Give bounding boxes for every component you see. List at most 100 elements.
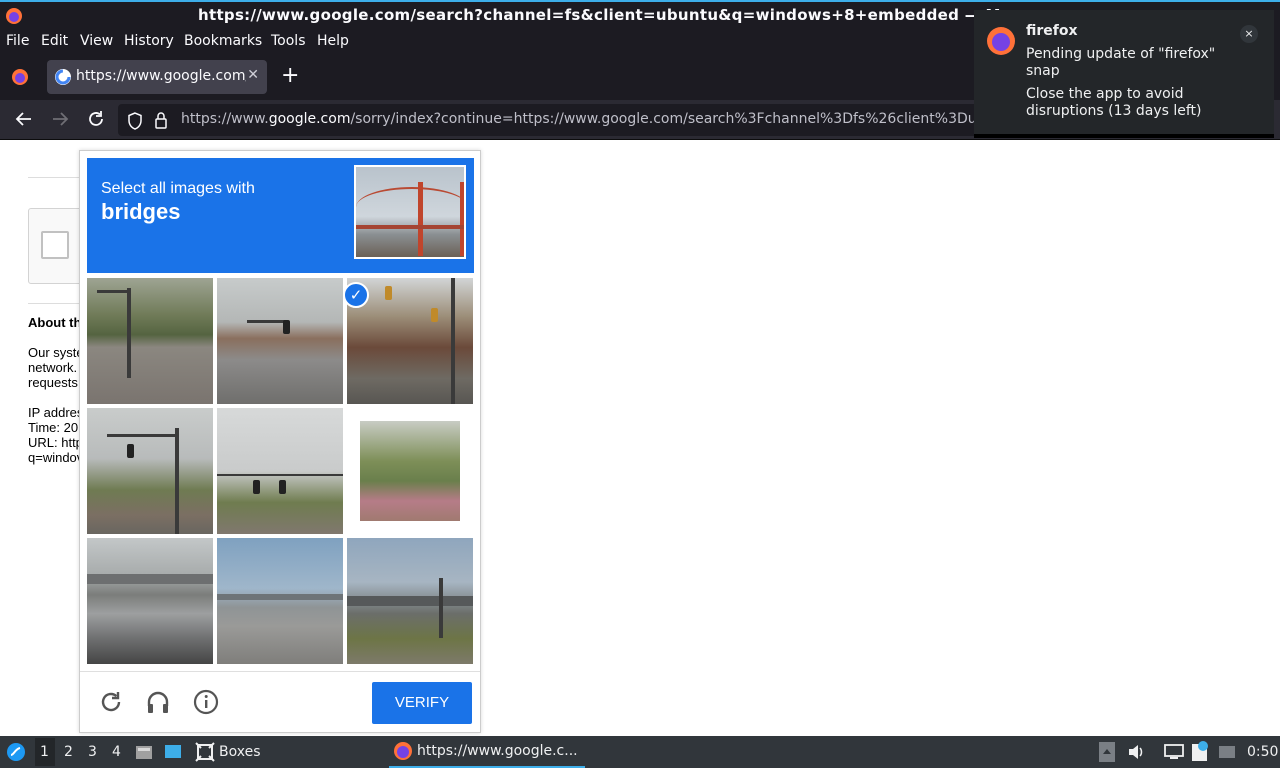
url-line: URL: http bbox=[28, 435, 83, 450]
info-icon[interactable] bbox=[193, 689, 219, 719]
app-menu-icon[interactable] bbox=[6, 742, 26, 766]
url-domain: google.com bbox=[268, 111, 351, 127]
desktop-show-icon[interactable] bbox=[164, 743, 182, 765]
tile-pole bbox=[127, 288, 131, 378]
notification-close-icon[interactable]: × bbox=[1240, 25, 1258, 43]
captcha-challenge: Select all images with bridges ✓ VERIFY bbox=[79, 150, 481, 733]
tile-traffic-light bbox=[431, 308, 438, 322]
tab-close-icon[interactable]: ✕ bbox=[247, 67, 259, 83]
notification-app: firefox bbox=[1026, 23, 1078, 39]
tile-traffic-light bbox=[127, 444, 134, 458]
image-tile-5[interactable] bbox=[217, 408, 343, 534]
tile-arm bbox=[107, 434, 177, 437]
taskbar: 1 2 3 4 Boxes https://www.google.c... 0:… bbox=[0, 736, 1280, 768]
menu-history[interactable]: History bbox=[124, 33, 174, 49]
lock-icon[interactable] bbox=[154, 111, 168, 133]
verify-button[interactable]: VERIFY bbox=[372, 682, 472, 724]
desktop-4[interactable]: 4 bbox=[112, 744, 121, 760]
boxes-label[interactable]: Boxes bbox=[219, 744, 261, 760]
ip-line: IP addres bbox=[28, 405, 84, 420]
update-notification[interactable]: firefox Pending update of "firefox" snap… bbox=[974, 10, 1274, 138]
desktop-3[interactable]: 3 bbox=[88, 744, 97, 760]
bridge-tower bbox=[460, 182, 464, 256]
tab-label: https://www.google.com/ bbox=[76, 68, 246, 84]
image-tile-7[interactable] bbox=[87, 538, 213, 664]
file-manager-icon[interactable] bbox=[135, 743, 153, 765]
tile-arm bbox=[97, 290, 129, 293]
taskbar-firefox-task[interactable]: https://www.google.c... bbox=[389, 736, 585, 768]
task-label: https://www.google.c... bbox=[417, 743, 578, 759]
url-prefix: https://www. bbox=[181, 111, 269, 127]
tile-pole bbox=[439, 578, 443, 638]
image-tile-9[interactable] bbox=[347, 538, 473, 664]
reload-icon[interactable] bbox=[86, 109, 106, 134]
url-rest: /sorry/index?continue=https://www.google… bbox=[350, 111, 977, 127]
captcha-instruction: Select all images with bbox=[101, 180, 255, 197]
firefox-icon bbox=[393, 741, 413, 765]
recaptcha-checkbox[interactable] bbox=[41, 231, 69, 259]
notifications-icon[interactable] bbox=[1218, 743, 1236, 765]
desktop-2[interactable]: 2 bbox=[64, 744, 73, 760]
tile-traffic-light bbox=[385, 286, 392, 300]
tile-wire bbox=[217, 474, 343, 476]
tile-traffic-light bbox=[279, 480, 286, 494]
boxes-icon[interactable] bbox=[195, 742, 215, 766]
query-line: q=windov bbox=[28, 450, 84, 465]
window-title: https://www.google.com/search?channel=fs… bbox=[198, 6, 1001, 24]
url-bar[interactable]: https://www.google.com/sorry/index?conti… bbox=[118, 104, 998, 136]
menu-tools[interactable]: Tools bbox=[271, 33, 306, 49]
bridge-tower bbox=[418, 182, 423, 256]
about-heading: About th bbox=[28, 315, 82, 330]
image-tile-2[interactable] bbox=[217, 278, 343, 404]
menu-edit[interactable]: Edit bbox=[41, 33, 68, 49]
captcha-header: Select all images with bridges bbox=[87, 158, 474, 273]
url-text[interactable]: https://www.google.com/sorry/index?conti… bbox=[181, 111, 977, 127]
forward-icon[interactable] bbox=[50, 109, 70, 134]
tile-arm bbox=[247, 320, 287, 323]
menu-file[interactable]: File bbox=[6, 33, 29, 49]
notification-line-1: Pending update of "firefox" snap bbox=[1026, 46, 1216, 79]
body-line: Our syste bbox=[28, 345, 84, 360]
bridge-cable bbox=[356, 187, 464, 227]
clock[interactable]: 0:50 bbox=[1247, 744, 1278, 760]
tile-overpass bbox=[347, 596, 473, 606]
bridge-deck bbox=[356, 225, 464, 229]
desktop-1[interactable]: 1 bbox=[40, 744, 49, 760]
selected-check-icon: ✓ bbox=[343, 282, 369, 308]
image-tile-1[interactable] bbox=[87, 278, 213, 404]
image-tile-4[interactable] bbox=[87, 408, 213, 534]
notification-line-2: Close the app to avoid disruptions (13 d… bbox=[1026, 86, 1202, 119]
image-tile-6[interactable] bbox=[347, 408, 473, 534]
google-icon bbox=[55, 69, 71, 85]
image-grid bbox=[87, 278, 475, 666]
tile-traffic-light bbox=[283, 320, 290, 334]
headphones-icon[interactable] bbox=[145, 689, 171, 719]
tray-expand-icon[interactable] bbox=[1099, 742, 1115, 766]
captcha-target: bridges bbox=[101, 199, 181, 224]
tile-pole bbox=[451, 278, 455, 404]
tile-pole bbox=[175, 428, 179, 534]
sample-bridge-image bbox=[354, 165, 466, 259]
volume-icon[interactable] bbox=[1127, 743, 1145, 765]
display-icon[interactable] bbox=[1164, 743, 1184, 765]
tab-google[interactable]: https://www.google.com/ ✕ bbox=[47, 60, 267, 94]
firefox-icon bbox=[986, 26, 1016, 60]
menu-view[interactable]: View bbox=[80, 33, 113, 49]
clipboard-icon[interactable] bbox=[1190, 741, 1210, 767]
firefox-icon bbox=[5, 7, 23, 29]
new-tab-button[interactable]: + bbox=[281, 65, 299, 87]
tile-image-selected bbox=[360, 421, 460, 521]
firefox-view-icon[interactable] bbox=[11, 68, 29, 90]
menu-help[interactable]: Help bbox=[317, 33, 349, 49]
body-line: network. bbox=[28, 360, 78, 375]
tile-overpass bbox=[217, 594, 343, 600]
reload-challenge-icon[interactable] bbox=[98, 689, 124, 719]
back-icon[interactable] bbox=[14, 109, 34, 134]
tile-traffic-light bbox=[253, 480, 260, 494]
captcha-footer: VERIFY bbox=[80, 671, 480, 733]
image-tile-8[interactable] bbox=[217, 538, 343, 664]
menu-bookmarks[interactable]: Bookmarks bbox=[184, 33, 262, 49]
time-line: Time: 20 bbox=[28, 420, 79, 435]
tile-overpass bbox=[87, 574, 213, 584]
shield-icon[interactable] bbox=[127, 112, 143, 134]
